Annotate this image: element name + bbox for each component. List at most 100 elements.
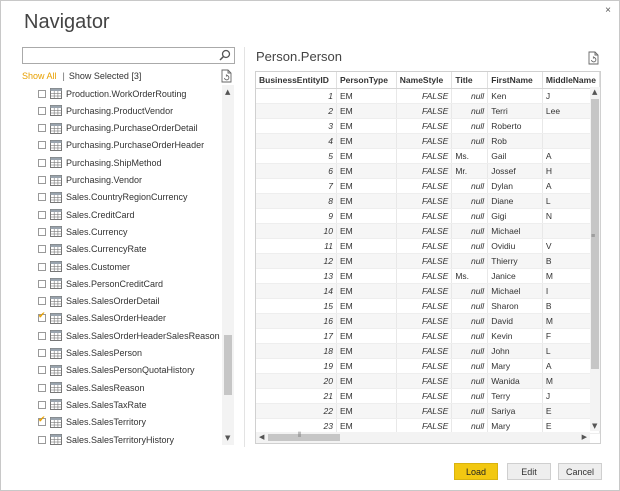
item-checkbox[interactable] [38, 366, 46, 375]
table-cell: null [451, 373, 489, 389]
item-checkbox[interactable] [38, 349, 46, 357]
item-checkbox[interactable] [38, 193, 46, 202]
table-list-item[interactable]: Sales.SalesTerritory [22, 414, 222, 431]
item-checkbox[interactable] [38, 124, 46, 133]
table-list-item[interactable]: Sales.SalesPersonQuotaHistory [22, 362, 222, 379]
search-icon[interactable] [218, 49, 232, 62]
column-header[interactable]: Title [451, 72, 489, 89]
table-list-item[interactable]: Sales.CreditCard [22, 206, 222, 223]
item-checkbox[interactable] [38, 89, 46, 98]
item-checkbox[interactable] [38, 297, 46, 306]
table-cell: EM [336, 133, 397, 149]
item-checkbox[interactable] [38, 262, 46, 271]
table-cell: FALSE [396, 283, 453, 299]
table-list-item[interactable]: Sales.SalesTerritoryHistory [22, 431, 222, 447]
table-row: 2 EM FALSE null Terri Lee [256, 103, 600, 119]
table-list-item[interactable]: Purchasing.PurchaseOrderDetail [22, 120, 222, 137]
grid-vertical-scrollbar[interactable]: ▲ ≡ ▼ [590, 87, 600, 431]
table-cell: null [451, 223, 489, 239]
table-row: 22 EM FALSE null Sariya E [256, 403, 600, 419]
table-list-item[interactable]: Purchasing.ProductVendor [22, 102, 222, 119]
item-checkbox[interactable] [38, 331, 46, 340]
edit-button[interactable]: Edit [507, 463, 551, 480]
table-icon [50, 209, 62, 221]
item-checkbox[interactable] [38, 245, 46, 254]
load-button[interactable]: Load [454, 463, 498, 480]
column-header[interactable]: MiddleName [542, 72, 600, 89]
column-header[interactable]: BusinessEntityID [256, 72, 337, 89]
search-box [22, 47, 235, 64]
table-list-item[interactable]: Sales.SalesOrderDetail [22, 293, 222, 310]
dialog-title: Navigator [24, 11, 110, 33]
table-list-item[interactable]: Production.WorkOrderRouting [22, 85, 222, 102]
item-checkbox[interactable] [38, 311, 46, 323]
cancel-button[interactable]: Cancel [558, 463, 602, 480]
table-cell: FALSE [396, 373, 453, 389]
table-list-item[interactable]: Sales.SalesOrderHeaderSalesReason [22, 327, 222, 344]
item-checkbox[interactable] [38, 279, 46, 288]
table-cell: 13 [256, 268, 337, 284]
search-input[interactable] [23, 48, 213, 63]
table-list-item[interactable]: Sales.CurrencyRate [22, 241, 222, 258]
table-row: 7 EM FALSE null Dylan A [256, 178, 600, 194]
table-cell: 23 [256, 418, 337, 434]
item-checkbox[interactable] [38, 227, 46, 236]
show-all-link[interactable]: Show All [22, 71, 57, 81]
table-cell: 17 [256, 328, 337, 344]
grid-scroll-down-icon[interactable]: ▼ [592, 422, 597, 430]
table-list-item[interactable]: Purchasing.Vendor [22, 172, 222, 189]
table-cell: Terri [487, 103, 543, 119]
table-cell: null [451, 253, 489, 269]
scroll-down-icon[interactable]: ▼ [225, 434, 230, 442]
preview-refresh-icon[interactable] [588, 51, 600, 65]
item-checkbox[interactable] [38, 141, 46, 150]
item-checkbox[interactable] [38, 415, 46, 427]
table-icon [50, 122, 62, 134]
table-cell: null [451, 133, 489, 149]
column-header[interactable]: NameStyle [396, 72, 453, 89]
preview-title: Person.Person [256, 49, 342, 64]
table-list-item[interactable]: Sales.SalesReason [22, 379, 222, 396]
grid-hscroll-thumb[interactable] [268, 434, 340, 441]
tree-scrollbar[interactable]: ▲ ▼ [222, 85, 234, 445]
table-list-item[interactable]: Sales.PersonCreditCard [22, 275, 222, 292]
table-cell: EM [336, 403, 397, 419]
scroll-up-icon[interactable]: ▲ [225, 88, 230, 96]
show-selected-link[interactable]: Show Selected [3] [69, 71, 142, 81]
tree-scroll-thumb[interactable] [224, 335, 232, 395]
table-row: 15 EM FALSE null Sharon B [256, 298, 600, 314]
grid-scroll-left-icon[interactable]: ◀ [259, 433, 264, 441]
table-list-item[interactable]: Sales.SalesTaxRate [22, 396, 222, 413]
column-header[interactable]: FirstName [487, 72, 543, 89]
column-header[interactable]: PersonType [336, 72, 397, 89]
item-checkbox[interactable] [38, 435, 46, 444]
table-list-item[interactable]: Sales.SalesPerson [22, 345, 222, 362]
table-cell: FALSE [396, 403, 453, 419]
grid-scroll-right-icon[interactable]: ▶ [582, 433, 587, 441]
table-row: 16 EM FALSE null David M [256, 313, 600, 329]
table-cell: Ms. [451, 148, 489, 164]
table-list-item-label: Sales.CurrencyRate [66, 244, 147, 255]
item-checkbox[interactable] [38, 106, 46, 115]
table-list-item[interactable]: Sales.Currency [22, 223, 222, 240]
item-checkbox[interactable] [38, 210, 46, 219]
table-cell: EM [336, 268, 397, 284]
table-list-item[interactable]: Purchasing.ShipMethod [22, 154, 222, 171]
item-checkbox[interactable] [38, 400, 46, 409]
table-cell: FALSE [396, 208, 453, 224]
close-icon[interactable]: × [605, 5, 611, 16]
grid-scroll-up-icon[interactable]: ▲ [592, 88, 597, 96]
item-checkbox[interactable] [38, 158, 46, 167]
table-list-item[interactable]: Sales.CountryRegionCurrency [22, 189, 222, 206]
item-checkbox[interactable] [38, 176, 46, 184]
table-cell: 14 [256, 283, 337, 299]
table-list-item[interactable]: Sales.SalesOrderHeader [22, 310, 222, 327]
table-list-item-label: Sales.SalesReason [66, 382, 145, 393]
table-list-item[interactable]: Purchasing.PurchaseOrderHeader [22, 137, 222, 154]
table-list-item[interactable]: Sales.Customer [22, 258, 222, 275]
grid-horizontal-scrollbar[interactable]: ◀ ⦀ ▶ [256, 432, 590, 443]
table-list-item-label: Sales.Customer [66, 261, 131, 272]
table-cell: 20 [256, 373, 337, 389]
refresh-icon[interactable] [221, 69, 233, 83]
item-checkbox[interactable] [38, 383, 46, 392]
